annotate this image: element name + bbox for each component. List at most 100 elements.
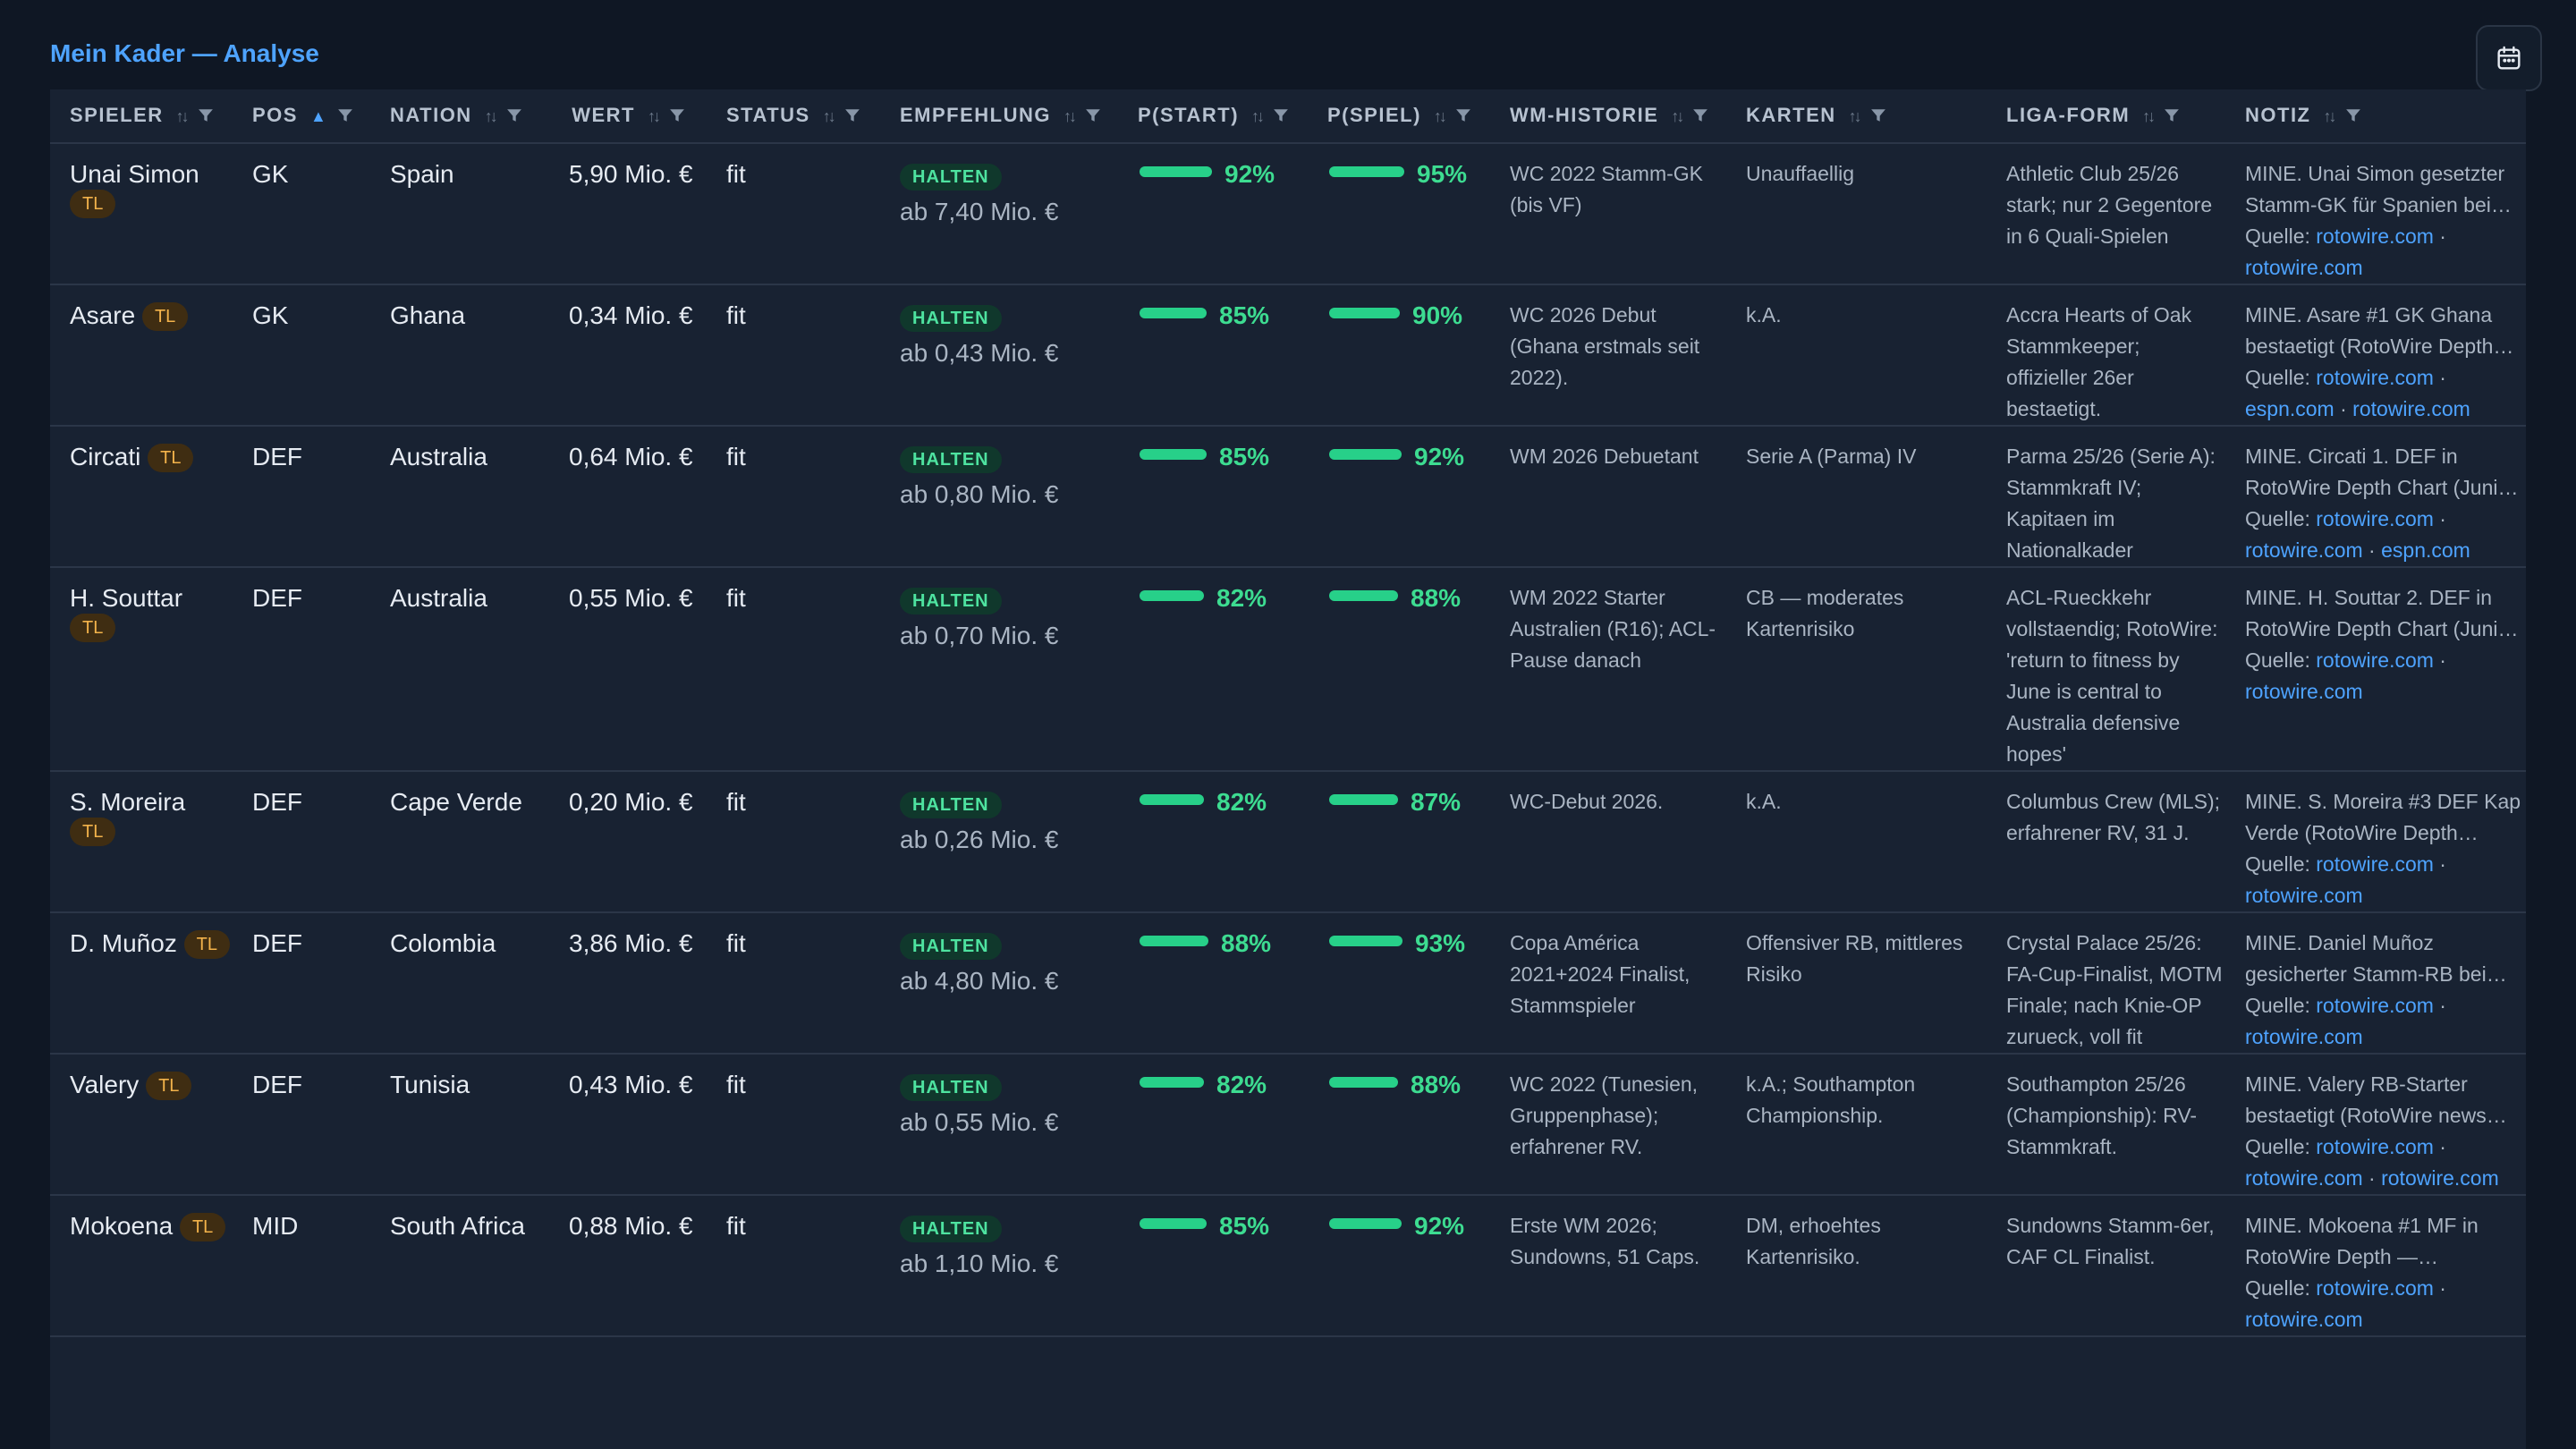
column-header-karten[interactable]: KARTEN ↑↓ xyxy=(1726,89,1987,144)
source-link[interactable]: rotowire.com xyxy=(2245,1166,2363,1190)
table-row[interactable]: Circati TL DEF Australia 0,64 Mio. € fit HALT… xyxy=(50,426,2526,568)
tl-badge: TL xyxy=(70,190,116,218)
column-header-status[interactable]: STATUS ↑↓ xyxy=(707,89,880,144)
sort-icon[interactable]: ↑↓ xyxy=(823,107,836,125)
sort-icon[interactable]: ↑↓ xyxy=(2142,107,2156,125)
source-link[interactable]: rotowire.com xyxy=(2316,648,2434,672)
filter-icon[interactable] xyxy=(844,106,860,129)
filter-icon[interactable] xyxy=(1455,106,1471,129)
column-header-pstart[interactable]: P(START) ↑↓ xyxy=(1118,89,1308,144)
source-link[interactable]: rotowire.com xyxy=(2316,994,2434,1017)
player-name[interactable]: Valery xyxy=(70,1071,139,1098)
source-link[interactable]: rotowire.com xyxy=(2316,1276,2434,1300)
filter-icon[interactable] xyxy=(1692,106,1708,129)
filter-icon[interactable] xyxy=(669,106,685,129)
source-link[interactable]: rotowire.com xyxy=(2245,1308,2363,1331)
page-title: Mein Kader — Analyse xyxy=(50,39,319,67)
filter-icon[interactable] xyxy=(2164,106,2180,129)
sort-icon[interactable]: ↑↓ xyxy=(2324,107,2337,125)
player-name[interactable]: Unai Simon xyxy=(70,160,199,188)
cell-value: 0,55 Mio. € xyxy=(549,567,707,772)
cell-p-spiel: 92% xyxy=(1308,426,1490,568)
filter-icon[interactable] xyxy=(1085,106,1101,129)
column-label: WERT xyxy=(572,103,635,126)
probability-value: 82% xyxy=(1216,584,1267,612)
tl-badge: TL xyxy=(70,614,116,642)
player-name[interactable]: S. Moreira xyxy=(70,788,185,816)
cell-position: DEF xyxy=(233,567,370,772)
source-link[interactable]: rotowire.com xyxy=(2316,1135,2434,1158)
table-row[interactable]: H. Souttar TL DEF Australia 0,55 Mio. € fit H… xyxy=(50,567,2526,772)
player-name[interactable]: Mokoena xyxy=(70,1212,173,1240)
table-row[interactable]: Asare TL GK Ghana 0,34 Mio. € fit HALTEN ab 0,… xyxy=(50,284,2526,427)
column-header-nation[interactable]: NATION ↑↓ xyxy=(370,89,549,144)
sort-icon[interactable]: ↑↓ xyxy=(485,107,498,125)
cell-league-form: Accra Hearts of Oak Stammkeeper; offizie… xyxy=(1987,284,2225,427)
source-separator: · xyxy=(2362,1166,2382,1190)
source-separator: · xyxy=(2433,366,2446,389)
filter-icon[interactable] xyxy=(1870,106,1886,129)
recommendation-badge: HALTEN xyxy=(900,164,1002,191)
player-name[interactable]: Circati xyxy=(70,443,140,470)
column-header-liga[interactable]: LIGA-FORM ↑↓ xyxy=(1987,89,2225,144)
cell-cards: DM, erhoehtes Kartenrisiko. xyxy=(1726,1195,1987,1337)
cell-player: Circati TL xyxy=(50,426,233,568)
sort-icon[interactable]: ↑↓ xyxy=(1671,107,1684,125)
column-header-pspiel[interactable]: P(SPIEL) ↑↓ xyxy=(1308,89,1490,144)
table-row[interactable]: Valery TL DEF Tunisia 0,43 Mio. € fit HALTEN a… xyxy=(50,1054,2526,1196)
cell-league-form: Athletic Club 25/26 stark; nur 2 Gegento… xyxy=(1987,143,2225,285)
sort-icon[interactable]: ↑↓ xyxy=(176,107,190,125)
sort-icon[interactable]: ↑↓ xyxy=(648,107,661,125)
probability-bar xyxy=(1329,166,1404,177)
source-link[interactable]: espn.com xyxy=(2245,397,2334,420)
column-header-spieler[interactable]: SPIELER ↑↓ xyxy=(50,89,233,144)
calendar-icon xyxy=(2497,46,2521,70)
column-header-empfehlung[interactable]: EMPFEHLUNG ↑↓ xyxy=(880,89,1118,144)
column-header-notiz[interactable]: NOTIZ ↑↓ xyxy=(2225,89,2526,144)
source-link[interactable]: rotowire.com xyxy=(2245,680,2363,703)
cell-note: MINE. Circati 1. DEF in RotoWire Depth C… xyxy=(2225,426,2526,568)
source-link[interactable]: rotowire.com xyxy=(2316,225,2434,248)
source-link[interactable]: rotowire.com xyxy=(2316,507,2434,530)
filter-icon[interactable] xyxy=(1273,106,1289,129)
source-link[interactable]: rotowire.com xyxy=(2245,884,2363,907)
filter-icon[interactable] xyxy=(506,106,522,129)
source-separator: · xyxy=(2433,507,2446,530)
squad-table-container[interactable]: SPIELER ↑↓ POS ▲ NATION ↑↓ WERT ↑↓ STATUS ↑↓ EMPFE… xyxy=(50,89,2526,1449)
recommendation-badge: HALTEN xyxy=(900,933,1002,960)
player-name[interactable]: Asare xyxy=(70,301,135,329)
cell-p-spiel: 88% xyxy=(1308,1054,1490,1196)
source-link[interactable]: rotowire.com xyxy=(2381,1166,2499,1190)
sort-icon[interactable]: ↑↓ xyxy=(1849,107,1862,125)
filter-icon[interactable] xyxy=(2345,106,2361,129)
column-header-wm[interactable]: WM-HISTORIE ↑↓ xyxy=(1490,89,1726,144)
recommendation-threshold: ab 0,55 Mio. € xyxy=(900,1108,1059,1136)
source-link[interactable]: rotowire.com xyxy=(2316,366,2434,389)
cell-league-form: Parma 25/26 (Serie A): Stammkraft IV; Ka… xyxy=(1987,426,2225,568)
source-link[interactable]: rotowire.com xyxy=(2245,256,2363,279)
sort-icon[interactable]: ↑↓ xyxy=(1063,107,1077,125)
table-row[interactable]: Unai Simon TL GK Spain 5,90 Mio. € fit HALTEN… xyxy=(50,143,2526,285)
source-link[interactable]: rotowire.com xyxy=(2316,852,2434,876)
sort-icon[interactable]: ↑↓ xyxy=(1251,107,1265,125)
source-link[interactable]: rotowire.com xyxy=(2245,1025,2363,1048)
player-name[interactable]: D. Muñoz xyxy=(70,929,177,957)
recommendation-badge: HALTEN xyxy=(900,1216,1002,1242)
source-link[interactable]: rotowire.com xyxy=(2352,397,2470,420)
filter-icon[interactable] xyxy=(337,106,353,129)
source-link[interactable]: rotowire.com xyxy=(2245,538,2363,562)
player-name[interactable]: H. Souttar xyxy=(70,584,182,612)
sort-ascending-icon[interactable]: ▲ xyxy=(310,107,326,125)
table-row[interactable]: D. Muñoz TL DEF Colombia 3,86 Mio. € fit HALT… xyxy=(50,912,2526,1055)
cell-position: GK xyxy=(233,284,370,427)
table-row[interactable]: Mokoena TL MID South Africa 0,88 Mio. € fit H… xyxy=(50,1195,2526,1337)
source-link[interactable]: espn.com xyxy=(2381,538,2470,562)
column-header-pos[interactable]: POS ▲ xyxy=(233,89,370,144)
cell-league-form: ACL-Rueckkehr vollstaendig; RotoWire: 'r… xyxy=(1987,567,2225,772)
sort-icon[interactable]: ↑↓ xyxy=(1434,107,1447,125)
filter-icon[interactable] xyxy=(198,106,214,129)
calendar-button[interactable] xyxy=(2476,25,2542,91)
cell-cards: Unauffaellig xyxy=(1726,143,1987,285)
column-header-wert[interactable]: WERT ↑↓ xyxy=(549,89,707,144)
table-row[interactable]: S. Moreira TL DEF Cape Verde 0,20 Mio. € fit… xyxy=(50,771,2526,913)
